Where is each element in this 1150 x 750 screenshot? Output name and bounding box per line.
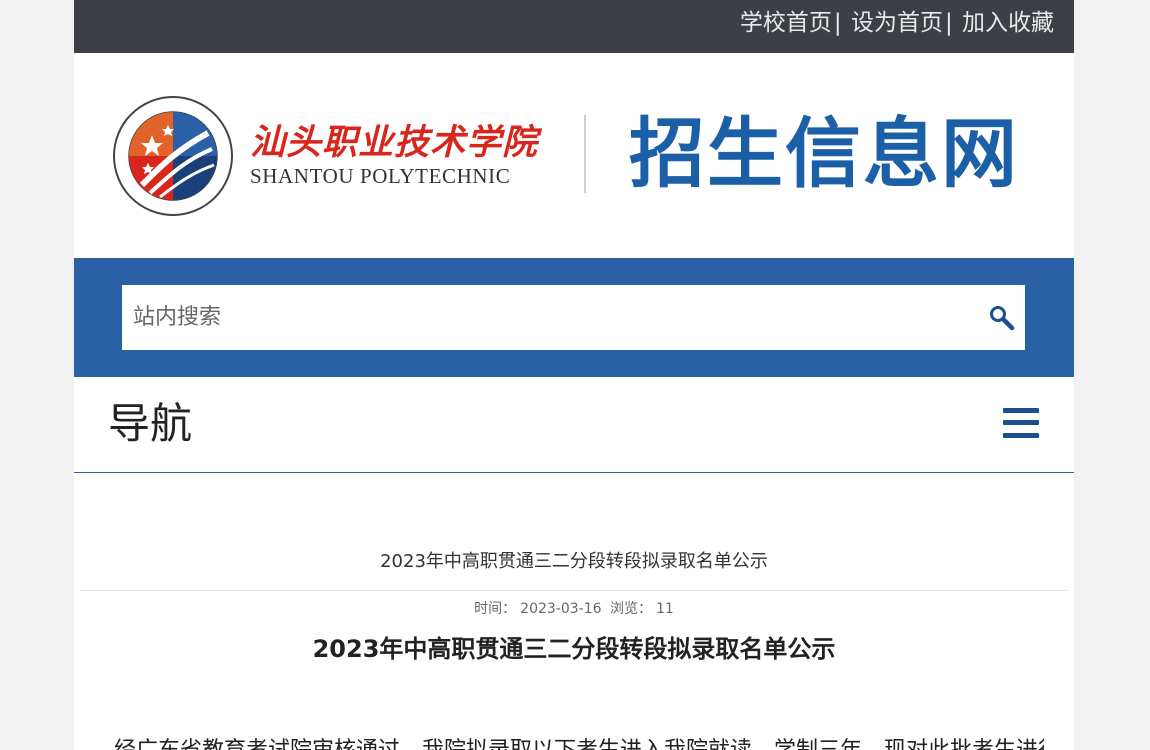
menu-bar-line	[1003, 433, 1039, 438]
school-name-en: SHANTOU POLYTECHNIC	[250, 164, 511, 188]
nav-bar: 导航	[74, 377, 1074, 473]
search-band	[74, 258, 1074, 377]
search-input[interactable]	[122, 285, 983, 350]
search-icon[interactable]	[987, 303, 1017, 333]
page: 学校首页| 设为首页| 加入收藏 汕头职业技术学院 SHANTOU POLYTE…	[74, 0, 1074, 750]
article-title: 2023年中高职贯通三二分段转段拟录取名单公示	[312, 635, 836, 663]
article-meta: 时间： 2023-03-16 浏览： 11	[74, 599, 1074, 619]
article-list-title: 2023年中高职贯通三二分段转段拟录取名单公示	[380, 551, 768, 572]
menu-bar-line	[1003, 420, 1039, 425]
time-label: 时间：	[474, 601, 517, 617]
site-header: 汕头职业技术学院 SHANTOU POLYTECHNIC 招生信息网	[74, 53, 1074, 258]
article-divider	[80, 590, 1068, 591]
header-divider	[584, 115, 586, 193]
top-links: 学校首页| 设为首页| 加入收藏	[740, 8, 1054, 38]
search-box	[122, 285, 1025, 350]
views-label: 浏览：	[610, 601, 652, 617]
separator: |	[944, 10, 953, 36]
views-value: 11	[656, 601, 674, 617]
separator: |	[833, 10, 842, 36]
hamburger-menu-icon[interactable]	[1003, 408, 1039, 438]
nav-title: 导航	[108, 399, 193, 448]
add-favorite-link[interactable]: 加入收藏	[962, 10, 1054, 36]
top-bar: 学校首页| 设为首页| 加入收藏	[74, 0, 1074, 53]
menu-bar-line	[1003, 408, 1039, 413]
school-name-cn: 汕头职业技术学院	[250, 122, 539, 163]
set-homepage-link[interactable]: 设为首页	[851, 10, 943, 36]
site-title: 招生信息网	[629, 109, 1019, 198]
time-value: 2023-03-16	[520, 601, 602, 617]
school-home-link[interactable]: 学校首页	[740, 10, 832, 36]
article-body: 经广东省教育考试院审核通过，我院拟录取以下考生进入我院就读，学制三年，现对此批考…	[114, 735, 1044, 750]
school-emblem-icon[interactable]	[112, 95, 234, 217]
